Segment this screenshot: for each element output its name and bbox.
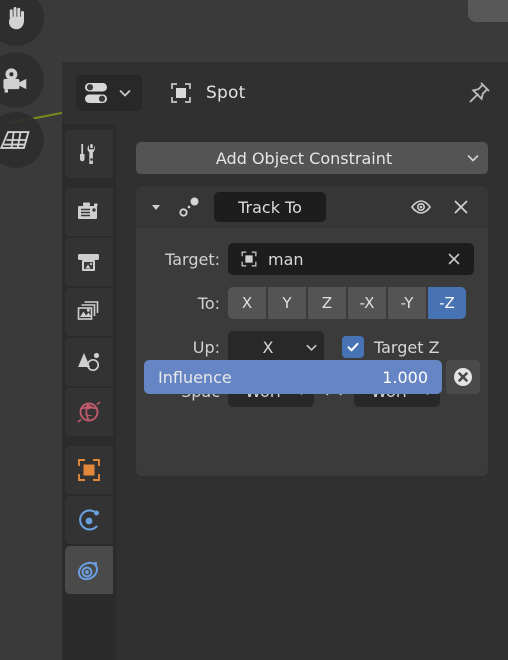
globe-icon [77, 401, 101, 423]
target-row: Target: man [150, 242, 474, 276]
target-z-checkbox[interactable] [342, 336, 364, 358]
printer-icon [78, 254, 99, 271]
sidebar-item-constraints[interactable] [65, 546, 113, 594]
constraint-delete-button[interactable] [446, 192, 476, 222]
axis-button-neg-x[interactable]: -X [348, 287, 386, 319]
breadcrumb-object-name: Spot [206, 83, 246, 103]
target-label: Target: [165, 249, 220, 269]
up-axis-dropdown[interactable]: X [228, 331, 324, 363]
hand-icon [9, 7, 24, 30]
properties-editor-icon [85, 83, 107, 103]
properties-tab-column [62, 124, 116, 660]
constraint-name-field[interactable]: Track To [214, 192, 326, 222]
toggle-orthographic-gizmo[interactable] [0, 112, 44, 168]
influence-value: 1.000 [382, 367, 428, 387]
sidebar-item-world[interactable] [65, 388, 113, 436]
properties-editor: Spot Add Object Constraint Track To Targ… [62, 62, 508, 660]
constraint-visibility-toggle[interactable] [406, 192, 436, 222]
chevron-down-icon [458, 150, 488, 166]
editor-corner-widget[interactable] [468, 0, 508, 22]
grid-icon [0, 131, 30, 149]
axis-button-y[interactable]: Y [268, 287, 306, 319]
pin-icon [469, 82, 490, 103]
influence-label: Influence [158, 367, 232, 387]
up-label: Up: [192, 337, 220, 357]
constraint-icon [77, 561, 99, 581]
breadcrumb[interactable]: Spot [168, 75, 245, 111]
viewport-top-strip [0, 0, 508, 62]
cone-sphere-icon [78, 352, 100, 372]
axis-button-x[interactable]: X [228, 287, 266, 319]
influence-row: Influence 1.000 [144, 360, 480, 394]
chevron-down-icon [119, 90, 131, 97]
up-axis-value: X [262, 337, 274, 357]
up-row: Up: X Target Z [150, 330, 474, 364]
pan-view-gizmo[interactable] [0, 0, 44, 46]
sidebar-item-output[interactable] [65, 238, 113, 286]
check-icon [347, 342, 359, 352]
object-icon [236, 249, 262, 269]
sidebar-item-render[interactable] [65, 188, 113, 236]
constraint-panel-header[interactable]: Track To [136, 186, 488, 228]
axis-button-z[interactable]: Z [308, 287, 346, 319]
camera-back-icon [78, 202, 98, 219]
properties-header: Spot [62, 62, 508, 124]
chevron-down-icon [298, 340, 324, 355]
viewport-3d[interactable] [0, 0, 62, 660]
constraint-panel: Track To Target: man To: X Y Z -X -Y -Z … [136, 186, 488, 476]
target-z-label: Target Z [374, 337, 440, 357]
close-x-icon [454, 200, 468, 214]
camera-view-gizmo[interactable] [0, 52, 44, 108]
axis-button-neg-z[interactable]: -Z [428, 287, 466, 319]
target-clear-button[interactable] [442, 250, 466, 268]
track-axis-group: X Y Z -X -Y -Z [228, 287, 466, 319]
to-row: To: X Y Z -X -Y -Z [150, 286, 474, 320]
triangle-down-icon[interactable] [148, 201, 164, 213]
add-constraint-label: Add Object Constraint [215, 148, 393, 168]
camera-icon [3, 68, 27, 93]
sidebar-item-view-layer[interactable] [65, 288, 113, 336]
track-to-icon [174, 194, 204, 220]
sidebar-item-scene[interactable] [65, 338, 113, 386]
images-icon [77, 301, 99, 320]
target-object-field[interactable]: man [228, 243, 474, 275]
close-x-icon [448, 253, 460, 265]
axis-button-neg-y[interactable]: -Y [388, 287, 426, 319]
eye-icon [411, 200, 431, 214]
pin-id-button[interactable] [464, 78, 494, 108]
physics-orbit-icon [79, 509, 99, 531]
properties-content: Add Object Constraint Track To Target: m… [116, 124, 508, 660]
influence-animate-button[interactable] [446, 360, 480, 394]
constraint-panel-body: Target: man To: X Y Z -X -Y -Z Up: X Tar… [136, 228, 488, 408]
add-object-constraint-button[interactable]: Add Object Constraint [136, 142, 488, 174]
orange-square-icon [78, 459, 100, 481]
editor-type-selector[interactable] [76, 75, 142, 111]
object-icon [171, 83, 191, 103]
to-label: To: [197, 293, 220, 313]
target-object-name: man [268, 249, 304, 269]
blender-window: Spot Add Object Constraint Track To Targ… [0, 0, 508, 660]
influence-slider[interactable]: Influence 1.000 [144, 360, 442, 394]
wrench-screwdriver-icon [80, 144, 95, 164]
sidebar-item-modifiers[interactable] [65, 496, 113, 544]
decorate-override-icon [454, 368, 472, 386]
sidebar-item-tool[interactable] [65, 130, 113, 178]
sidebar-item-object[interactable] [65, 446, 113, 494]
